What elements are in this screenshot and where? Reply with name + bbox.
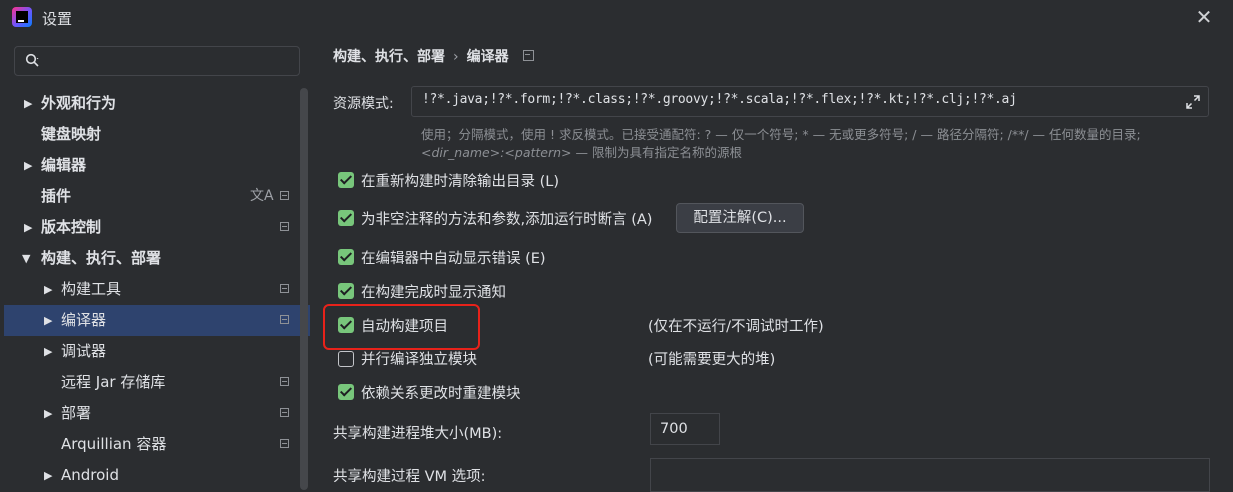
sidebar-item-label: 部署	[61, 404, 92, 422]
sidebar-item-plugins[interactable]: 插件 文A	[4, 181, 310, 212]
chevron-right-icon[interactable]: ▶	[44, 336, 52, 367]
breadcrumb-current: 编译器	[466, 49, 509, 65]
sidebar-item-label: 版本控制	[41, 218, 102, 236]
settings-sidebar: ▶ 外观和行为 键盘映射 ▶ 编辑器 插件 文A ▶ 版本控制 ▼ 构建、执行、…	[0, 36, 310, 490]
translate-icon: 文A	[250, 188, 274, 204]
project-level-icon	[280, 377, 289, 386]
project-level-icon	[280, 284, 289, 293]
sidebar-item-label: 调试器	[61, 342, 107, 360]
sidebar-item-label: 编辑器	[41, 156, 87, 174]
resource-patterns-hint: 使用；分隔模式，使用 ! 求反模式。已接受通配符: ? — 仅一个符号; * —…	[421, 127, 1141, 142]
auto-build-note: (仅在不运行/不调试时工作)	[648, 319, 824, 335]
build-notification-checkbox[interactable]	[338, 283, 354, 299]
chevron-right-icon[interactable]: ▶	[24, 88, 32, 119]
sidebar-scrollbar[interactable]	[300, 88, 308, 490]
sidebar-item-label: 构建、执行、部署	[41, 249, 162, 267]
sidebar-item-keymap[interactable]: 键盘映射	[4, 119, 310, 150]
sidebar-item-label: Arquillian 容器	[61, 435, 167, 453]
chevron-right-icon[interactable]: ▶	[44, 274, 52, 305]
sidebar-item-deployment[interactable]: ▶ 部署	[4, 398, 310, 429]
auto-build-checkbox[interactable]	[338, 317, 354, 333]
close-icon[interactable]: ✕	[1194, 6, 1214, 28]
chevron-right-icon[interactable]: ▶	[44, 460, 52, 491]
parallel-compile-note: (可能需要更大的堆)	[648, 352, 776, 368]
sidebar-item-editor[interactable]: ▶ 编辑器	[4, 150, 310, 181]
rebuild-on-dependency-change-checkbox[interactable]	[338, 384, 354, 400]
sidebar-item-remote-jar-repos[interactable]: 远程 Jar 存储库	[4, 367, 310, 398]
runtime-assertions-checkbox[interactable]	[338, 210, 354, 226]
project-level-icon	[280, 408, 289, 417]
sidebar-item-build-tools[interactable]: ▶ 构建工具	[4, 274, 310, 305]
compiler-settings-panel: 构建、执行、部署 › 编译器 资源模式: !?*.java;!?*.form;!?*…	[310, 36, 1233, 492]
expand-icon[interactable]	[1185, 94, 1201, 110]
resource-patterns-hint-line2: <dir_name>:<pattern> — 限制为具有指定名称的源根	[421, 142, 742, 161]
project-level-icon	[280, 315, 289, 324]
shared-vm-options-label: 共享构建过程 VM 选项:	[333, 469, 486, 485]
resource-patterns-value[interactable]: !?*.java;!?*.form;!?*.class;!?*.groovy;!…	[422, 92, 1017, 107]
chevron-right-icon[interactable]: ▶	[24, 150, 32, 181]
sidebar-item-label: 键盘映射	[41, 125, 102, 143]
build-notification-label[interactable]: 在构建完成时显示通知	[361, 281, 506, 302]
project-level-icon	[280, 222, 289, 231]
sidebar-item-build-execution-deployment[interactable]: ▼ 构建、执行、部署	[4, 243, 310, 274]
title-bar: 设置 ✕	[0, 0, 1233, 36]
search-icon	[25, 53, 39, 67]
chevron-right-icon[interactable]: ▶	[24, 212, 32, 243]
breadcrumb-separator: ›	[453, 49, 459, 65]
sidebar-item-compiler[interactable]: ▶ 编译器	[4, 305, 310, 336]
chevron-right-icon[interactable]: ▶	[44, 305, 52, 336]
breadcrumb-parent[interactable]: 构建、执行、部署	[333, 49, 445, 65]
parallel-compile-checkbox[interactable]	[338, 351, 354, 367]
project-level-icon	[280, 439, 289, 448]
sidebar-item-appearance[interactable]: ▶ 外观和行为	[4, 88, 310, 119]
shared-heap-size-label: 共享构建进程堆大小(MB):	[333, 426, 503, 442]
clear-output-checkbox[interactable]	[338, 172, 354, 188]
chevron-down-icon[interactable]: ▼	[22, 243, 30, 274]
parallel-compile-label[interactable]: 并行编译独立模块	[361, 348, 477, 369]
sidebar-item-label: 插件	[41, 187, 72, 205]
hint-line2-text: — 限制为具有指定名称的源根	[571, 145, 742, 160]
sidebar-item-label: 构建工具	[61, 280, 122, 298]
sidebar-item-label: Android	[61, 466, 119, 484]
shared-vm-options-input[interactable]	[650, 458, 1210, 492]
intellij-app-icon	[12, 7, 32, 27]
auto-show-errors-checkbox[interactable]	[338, 249, 354, 265]
clear-output-label[interactable]: 在重新构建时清除输出目录 (L)	[361, 170, 559, 191]
window-title: 设置	[42, 10, 73, 28]
settings-search-input[interactable]	[14, 46, 300, 76]
configure-annotations-button[interactable]: 配置注解(C)...	[676, 203, 804, 233]
sidebar-item-version-control[interactable]: ▶ 版本控制	[4, 212, 310, 243]
chevron-right-icon[interactable]: ▶	[44, 398, 52, 429]
sidebar-item-arquillian-containers[interactable]: Arquillian 容器	[4, 429, 310, 460]
runtime-assertions-label[interactable]: 为非空注释的方法和参数,添加运行时断言 (A)	[361, 208, 652, 229]
sidebar-item-label: 外观和行为	[41, 94, 117, 112]
sidebar-item-android[interactable]: ▶ Android	[4, 460, 310, 491]
auto-show-errors-label[interactable]: 在编辑器中自动显示错误 (E)	[361, 247, 546, 268]
sidebar-item-debugger[interactable]: ▶ 调试器	[4, 336, 310, 367]
shared-heap-size-input[interactable]: 700	[650, 413, 720, 445]
dir-pattern-syntax: <dir_name>:<pattern>	[421, 145, 572, 160]
project-level-icon	[522, 50, 534, 61]
breadcrumb: 构建、执行、部署 › 编译器	[333, 46, 534, 66]
resource-patterns-input[interactable]: !?*.java;!?*.form;!?*.class;!?*.groovy;!…	[411, 86, 1209, 117]
sidebar-item-label: 远程 Jar 存储库	[61, 373, 166, 391]
auto-build-label[interactable]: 自动构建项目	[361, 315, 448, 336]
project-level-icon	[280, 191, 289, 200]
rebuild-on-dependency-change-label[interactable]: 依赖关系更改时重建模块	[361, 382, 521, 403]
sidebar-item-label: 编译器	[61, 311, 107, 329]
resource-patterns-label: 资源模式:	[333, 96, 394, 112]
